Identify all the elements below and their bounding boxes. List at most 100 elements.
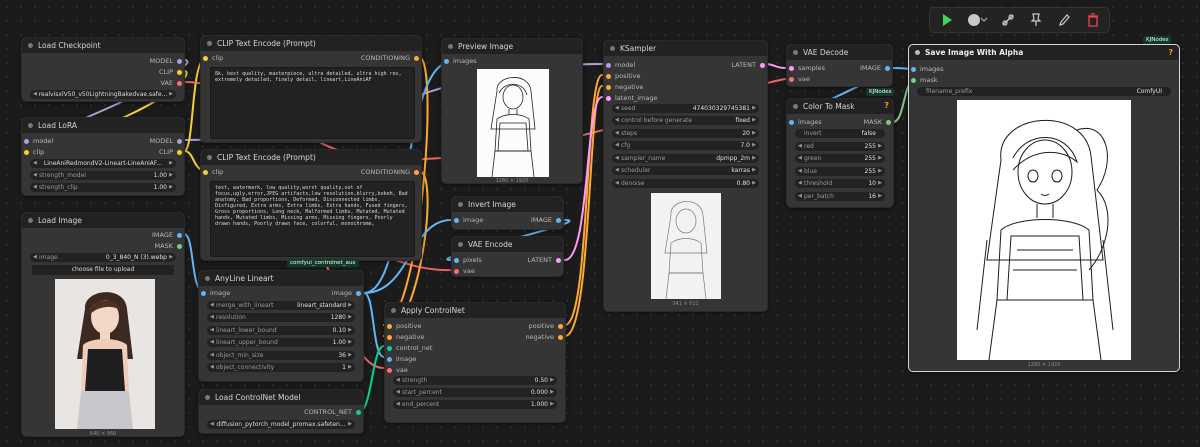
socket-icon[interactable] xyxy=(177,70,182,75)
invert-toggle[interactable]: invert false xyxy=(795,129,885,138)
socket-icon[interactable] xyxy=(414,170,419,175)
arrow-left-icon[interactable]: ◀ xyxy=(210,313,214,322)
collapse-dot-icon[interactable] xyxy=(205,395,210,400)
output-image[interactable]: IMAGE xyxy=(531,215,561,226)
lineart-lower-bound-slider[interactable]: ◀ lineart_lower_bound 0.10 ▶ xyxy=(207,326,355,335)
socket-icon[interactable] xyxy=(558,324,563,329)
prompt-text-positive[interactable]: 8k, best quality, masterpiece, ultra det… xyxy=(210,67,415,139)
input-positive[interactable]: positive xyxy=(606,71,641,82)
socket-icon[interactable] xyxy=(454,258,459,263)
node-load-image[interactable]: Load Image IMAGE MASK ◀ image 0_3_840_N (3… xyxy=(21,212,185,437)
arrow-right-icon[interactable]: ▶ xyxy=(878,154,882,163)
output-model[interactable]: MODEL xyxy=(150,56,182,67)
strength-model-slider[interactable]: ◀ strength_model 1.00 ▶ xyxy=(30,171,176,180)
threshold-slider[interactable]: ◀ threshold 10 ▶ xyxy=(795,179,885,188)
input-negative[interactable]: negative xyxy=(387,332,424,343)
arrow-left-icon[interactable]: ◀ xyxy=(210,338,214,347)
input-samples[interactable]: samples xyxy=(789,63,825,74)
socket-icon[interactable] xyxy=(911,67,916,72)
arrow-right-icon[interactable]: ▶ xyxy=(878,142,882,151)
socket-icon[interactable] xyxy=(387,335,392,340)
arrow-right-icon[interactable]: ▶ xyxy=(348,420,352,429)
scheduler-combo[interactable]: ◀ scheduler karras ▶ xyxy=(612,166,759,175)
node-title[interactable]: Load Image xyxy=(22,213,184,228)
collapse-dot-icon[interactable] xyxy=(28,123,33,128)
node-anyline-lineart[interactable]: AnyLine Lineart image image ◀ merge_with_… xyxy=(198,270,364,382)
link-icon[interactable] xyxy=(998,11,1018,29)
arrow-right-icon[interactable]: ▶ xyxy=(348,338,352,347)
socket-icon[interactable] xyxy=(789,66,794,71)
output-vae[interactable]: VAE xyxy=(160,78,182,89)
socket-icon[interactable] xyxy=(177,244,182,249)
control-net-name-combo[interactable]: ◀ diffusion_pytorch_model_promax.safeten.… xyxy=(207,420,355,429)
output-latent[interactable]: LATENT xyxy=(731,60,765,71)
pencil-icon[interactable] xyxy=(1054,11,1074,29)
output-mask[interactable]: MASK xyxy=(864,117,891,128)
output-image[interactable]: image xyxy=(332,288,361,299)
socket-icon[interactable] xyxy=(356,291,361,296)
red-slider[interactable]: ◀ red 255 ▶ xyxy=(795,142,885,151)
blue-slider[interactable]: ◀ blue 255 ▶ xyxy=(795,167,885,176)
input-model[interactable]: model xyxy=(606,60,635,71)
node-clip-text-positive[interactable]: CLIP Text Encode (Prompt) clip CONDITION… xyxy=(200,35,422,143)
socket-icon[interactable] xyxy=(387,346,392,351)
arrow-right-icon[interactable]: ▶ xyxy=(878,179,882,188)
arrow-right-icon[interactable]: ▶ xyxy=(550,400,554,409)
trash-icon[interactable] xyxy=(1083,11,1103,29)
arrow-left-icon[interactable]: ◀ xyxy=(615,104,619,113)
arrow-left-icon[interactable]: ◀ xyxy=(396,388,400,397)
arrow-right-icon[interactable]: ▶ xyxy=(169,171,173,180)
node-title[interactable]: VAE Decode xyxy=(787,45,892,60)
socket-icon[interactable] xyxy=(177,139,182,144)
per-batch-slider[interactable]: ◀ per_batch 16 ▶ xyxy=(795,192,885,201)
node-title[interactable]: Load LoRA xyxy=(22,118,184,133)
node-title[interactable]: Apply ControlNet xyxy=(385,303,565,318)
node-ksampler[interactable]: KSampler model positive negative latent_… xyxy=(603,40,768,312)
node-title[interactable]: Invert Image xyxy=(452,197,563,212)
socket-icon[interactable] xyxy=(606,85,611,90)
socket-icon[interactable] xyxy=(177,81,182,86)
arrow-left-icon[interactable]: ◀ xyxy=(798,142,802,151)
socket-icon[interactable] xyxy=(24,139,29,144)
play-icon[interactable] xyxy=(937,11,957,29)
input-mask[interactable]: mask xyxy=(911,75,937,86)
socket-icon[interactable] xyxy=(454,269,459,274)
arrow-left-icon[interactable]: ◀ xyxy=(615,154,619,163)
input-pixels[interactable]: pixels xyxy=(454,255,482,266)
arrow-right-icon[interactable]: ▶ xyxy=(169,253,173,262)
arrow-left-icon[interactable]: ◀ xyxy=(210,351,214,360)
node-title[interactable]: VAE Encode xyxy=(452,237,563,252)
arrow-right-icon[interactable]: ▶ xyxy=(169,183,173,192)
lineart-upper-bound-slider[interactable]: ◀ lineart_upper_bound 1.00 ▶ xyxy=(207,338,355,347)
node-title[interactable]: Preview Image xyxy=(442,39,582,54)
input-images[interactable]: images xyxy=(789,117,822,128)
node-vae-decode[interactable]: VAE Decode samples vae IMAGE xyxy=(786,44,893,87)
green-slider[interactable]: ◀ green 255 ▶ xyxy=(795,154,885,163)
input-images[interactable]: images xyxy=(444,56,477,67)
arrow-right-icon[interactable]: ▶ xyxy=(752,116,756,125)
output-positive[interactable]: positive xyxy=(529,321,563,332)
node-title[interactable]: CLIP Text Encode (Prompt) xyxy=(201,36,421,51)
node-color-to-mask[interactable]: Color To Mask ? images MASK invert false … xyxy=(786,98,894,208)
end-percent-slider[interactable]: ◀ end_percent 1.000 ▶ xyxy=(393,400,557,409)
node-title[interactable]: KSampler xyxy=(604,41,767,56)
strength-clip-slider[interactable]: ◀ strength_clip 1.00 ▶ xyxy=(30,183,176,192)
help-icon[interactable]: ? xyxy=(884,101,889,110)
output-conditioning[interactable]: CONDITIONING xyxy=(361,53,419,64)
arrow-right-icon[interactable]: ▶ xyxy=(348,301,352,310)
help-icon[interactable]: ? xyxy=(1168,48,1173,57)
chevron-down-icon[interactable] xyxy=(978,11,990,29)
socket-icon[interactable] xyxy=(606,63,611,68)
input-image[interactable]: image xyxy=(454,215,483,226)
input-images[interactable]: images xyxy=(911,64,944,75)
control-before-generate-combo[interactable]: ◀ control before generate fixed ▶ xyxy=(612,116,759,125)
arrow-left-icon[interactable]: ◀ xyxy=(396,400,400,409)
arrow-left-icon[interactable]: ◀ xyxy=(33,253,37,262)
node-clip-text-negative[interactable]: CLIP Text Encode (Prompt) clip CONDITION… xyxy=(200,149,422,261)
output-control-net[interactable]: CONTROL_NET xyxy=(304,407,361,418)
arrow-left-icon[interactable]: ◀ xyxy=(798,179,802,188)
merge-with-lineart-combo[interactable]: ◀ merge_with_lineart lineart_standard ▶ xyxy=(207,301,355,310)
steps-widget[interactable]: ◀ steps 20 ▶ xyxy=(612,129,759,138)
output-mask[interactable]: MASK xyxy=(155,241,182,252)
object-min-size-slider[interactable]: ◀ object_min_size 36 ▶ xyxy=(207,351,355,360)
